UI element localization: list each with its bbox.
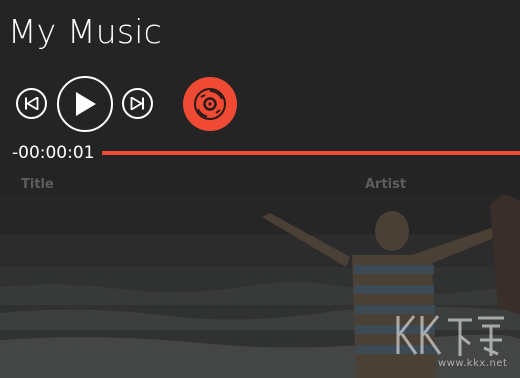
elapsed-time: -00:00:01: [12, 143, 95, 163]
seek-bar-fill: [102, 151, 520, 155]
next-button[interactable]: [122, 88, 153, 119]
skip-next-icon: [130, 97, 144, 110]
column-header-artist[interactable]: Artist: [365, 176, 406, 194]
music-disc-button[interactable]: [183, 77, 237, 131]
playback-controls: [0, 0, 520, 140]
seek-bar[interactable]: [102, 151, 520, 155]
column-header-title[interactable]: Title: [21, 176, 54, 194]
play-button[interactable]: [57, 76, 113, 132]
previous-button[interactable]: [16, 88, 47, 119]
music-disc-icon: [194, 88, 226, 120]
watermark-url: www.kkx.net: [438, 358, 508, 369]
skip-previous-icon: [25, 97, 39, 110]
play-icon: [76, 92, 96, 116]
